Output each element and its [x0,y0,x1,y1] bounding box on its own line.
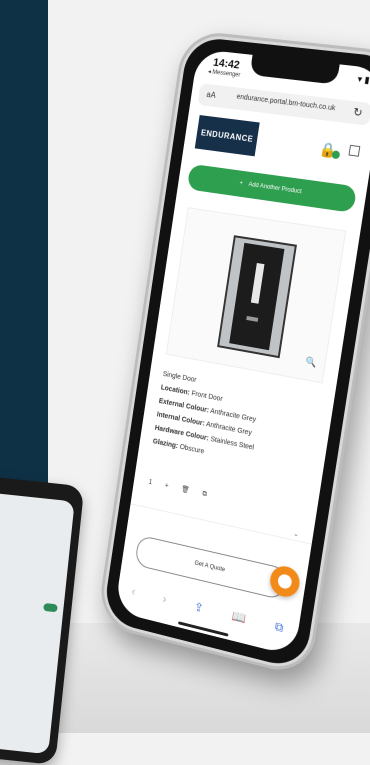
product-specs: Single Door Location: Front Door Externa… [152,368,325,482]
tabs-icon[interactable]: ⧉ [274,619,285,636]
share-icon[interactable]: ⇪ [193,600,204,616]
url-text[interactable]: endurance.portal.bm-touch.co.uk [236,94,336,113]
bookmarks-icon[interactable]: 📖 [231,609,247,626]
spec-label: Glazing: [152,438,178,450]
product-image-card: 🔍 [166,207,346,383]
phone-mockup: 14:42 ◂ Messenger ▾ ▮ aA endurance.porta… [96,30,370,679]
basket-badge [331,150,340,159]
phone-screen: 14:42 ◂ Messenger ▾ ▮ aA endurance.porta… [115,49,370,656]
brand-logo[interactable]: ENDURANCE [195,115,260,156]
forward-icon[interactable]: › [162,592,168,606]
phone-bezel: 14:42 ◂ Messenger ▾ ▮ aA endurance.porta… [102,36,370,671]
menu-icon[interactable]: ☐ [347,142,362,161]
secondary-phone-indicator [43,603,58,612]
spec-label: Location: [160,384,190,396]
plus-icon: + [239,181,243,187]
collapse-caret-icon[interactable]: ⌄ [293,529,300,538]
spec-value: Obscure [179,444,204,456]
door-image [217,235,297,358]
reload-icon[interactable]: ↻ [352,105,363,119]
zoom-icon[interactable]: 🔍 [305,356,318,369]
phone-frame: 14:42 ◂ Messenger ▾ ▮ aA endurance.porta… [96,30,370,679]
signal-battery-icon: ▾ ▮ [357,74,370,87]
add-product-label: Add Another Product [248,182,302,195]
quantity-controls[interactable]: 1 + 🗑 ⧉ [148,478,213,500]
back-icon[interactable]: ‹ [131,584,137,598]
reader-aa-button[interactable]: aA [206,90,216,100]
